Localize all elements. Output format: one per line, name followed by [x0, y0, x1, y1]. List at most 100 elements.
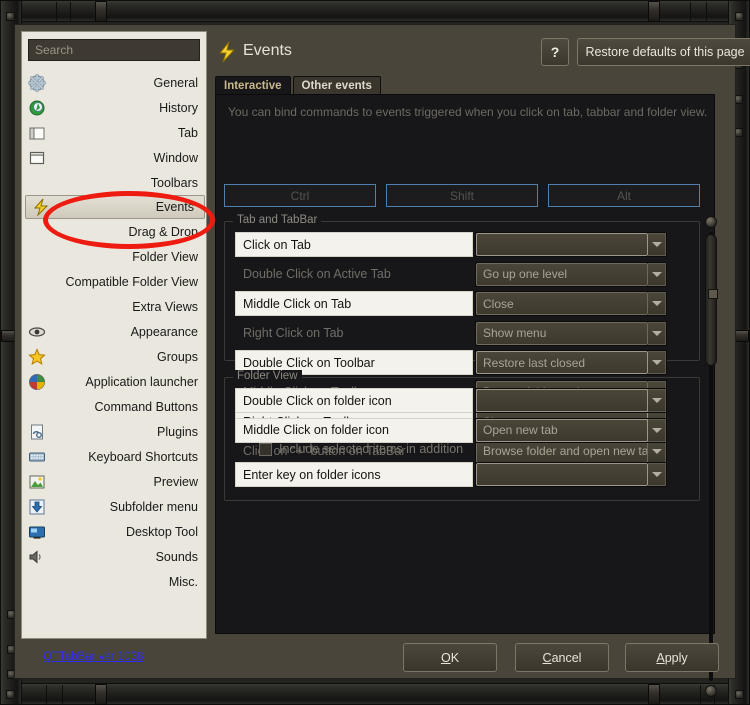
sidebar-item-compatible-folder-view[interactable]: Compatible Folder View	[22, 269, 206, 294]
sidebar-item-desktop-tool[interactable]: Desktop Tool	[22, 519, 206, 544]
sidebar-nav-list: General History Tab Window Toolbars Events Dra…	[22, 70, 206, 594]
combobox-value[interactable]	[476, 389, 648, 412]
sidebar-item-events[interactable]: Events	[25, 195, 205, 219]
subfolder-down-icon	[28, 498, 46, 516]
group-folder-view: Folder View Double Click on folder icon M…	[224, 370, 700, 501]
no-icon	[28, 398, 46, 416]
sidebar-item-toolbars[interactable]: Toolbars	[22, 170, 206, 195]
sidebar-item-command-buttons[interactable]: Command Buttons	[22, 394, 206, 419]
help-button[interactable]: ?	[541, 38, 569, 66]
event-name-field[interactable]: Enter key on folder icons	[235, 462, 473, 487]
modifier-key-row: Ctrl Shift Alt	[224, 184, 700, 207]
sidebar-item-label: Folder View	[132, 249, 198, 264]
checkbox-label: Include selected items in addition	[279, 442, 464, 456]
sidebar-item-label: Toolbars	[150, 175, 198, 190]
include-selected-items-checkbox-row[interactable]: Include selected items in addition	[259, 440, 463, 458]
frame-rivet	[6, 690, 15, 699]
chevron-down-icon[interactable]	[648, 351, 666, 374]
sidebar-item-drag-drop[interactable]: Drag & Drop	[22, 219, 206, 244]
event-name-field[interactable]: Right Click on Tab	[235, 321, 473, 346]
sidebar-item-misc[interactable]: Misc.	[22, 569, 206, 594]
modifier-button-ctrl[interactable]: Ctrl	[224, 184, 376, 207]
sidebar-item-extra-views[interactable]: Extra Views	[22, 294, 206, 319]
sidebar-item-general[interactable]: General	[22, 70, 206, 95]
chevron-down-icon[interactable]	[648, 262, 666, 286]
scroll-down-icon[interactable]	[705, 685, 717, 697]
sidebar-item-plugins[interactable]: Plugins	[22, 419, 206, 444]
combobox-value[interactable]: Close	[476, 292, 648, 315]
settings-content-panel: Events ? Restore defaults of this page I…	[211, 31, 750, 697]
no-icon	[28, 174, 46, 192]
event-name-field[interactable]: Double Click on Active Tab	[235, 262, 473, 287]
sidebar-item-sounds[interactable]: Sounds	[22, 544, 206, 569]
frame-clasp	[648, 1, 660, 22]
sidebar-item-keyboard-shortcuts[interactable]: Keyboard Shortcuts	[22, 444, 206, 469]
search-input[interactable]	[29, 40, 199, 60]
event-row: Enter key on folder icons	[235, 462, 667, 487]
ok-button[interactable]: OK	[403, 643, 497, 672]
event-name-field[interactable]: Middle Click on folder icon	[235, 417, 473, 443]
version-link[interactable]: QTTabBar ver 1038	[43, 651, 143, 663]
chevron-down-icon[interactable]	[648, 418, 666, 442]
chevron-down-icon[interactable]	[648, 233, 666, 256]
event-name-field[interactable]: Middle Click on Tab	[235, 291, 473, 316]
sidebar-item-history[interactable]: History	[22, 95, 206, 120]
combobox-value[interactable]	[476, 463, 648, 486]
sidebar-item-tab[interactable]: Tab	[22, 120, 206, 145]
modifier-button-alt[interactable]: Alt	[548, 184, 700, 207]
sidebar-item-application-launcher[interactable]: Application launcher	[22, 369, 206, 394]
search-box[interactable]	[28, 39, 200, 61]
combobox-value[interactable]: Open new tab	[476, 418, 648, 442]
event-action-combobox[interactable]	[475, 462, 667, 487]
frame-rivet	[735, 690, 744, 699]
frame-rivet	[735, 12, 744, 21]
checkbox-include-selected-items[interactable]	[259, 442, 272, 456]
sidebar-item-label: Events	[155, 200, 194, 214]
group-title: Folder View	[233, 370, 302, 382]
speaker-icon	[28, 548, 46, 566]
sidebar-item-folder-view[interactable]: Folder View	[22, 244, 206, 269]
sidebar-item-label: Window	[153, 150, 198, 165]
sidebar-item-label: Compatible Folder View	[65, 274, 198, 289]
combobox-value[interactable]: Restore last closed	[476, 351, 648, 374]
events-panel-body: You can bind commands to events triggere…	[215, 94, 718, 697]
event-action-combobox[interactable]	[475, 388, 667, 413]
event-action-combobox[interactable]	[475, 232, 667, 257]
event-action-combobox[interactable]: Restore last closed	[475, 350, 667, 375]
modifier-button-shift[interactable]: Shift	[386, 184, 538, 207]
event-action-combobox[interactable]: Show menu	[475, 320, 667, 346]
event-name-field[interactable]: Click on Tab	[235, 232, 473, 257]
tab-interactive[interactable]: Interactive	[215, 76, 291, 95]
frame-clasp	[95, 684, 107, 705]
apply-button[interactable]: Apply	[625, 643, 719, 672]
page-title: Events	[243, 42, 292, 59]
sidebar-item-label: Keyboard Shortcuts	[88, 449, 198, 464]
sidebar-item-window[interactable]: Window	[22, 145, 206, 170]
vertical-scrollbar[interactable]	[703, 216, 719, 697]
intro-description: You can bind commands to events triggere…	[228, 105, 708, 119]
group-tab-and-tabbar: Tab and TabBar Click on Tab Double Click …	[224, 214, 700, 464]
chevron-down-icon[interactable]	[648, 463, 666, 486]
combobox-value[interactable]: Show menu	[476, 321, 648, 345]
sidebar-item-preview[interactable]: Preview	[22, 469, 206, 494]
scrollbar-thumb[interactable]	[705, 234, 718, 366]
event-name-field[interactable]: Double Click on folder icon	[235, 388, 473, 413]
chevron-down-icon[interactable]	[648, 321, 666, 345]
event-action-combobox[interactable]: Close	[475, 291, 667, 316]
scroll-up-icon[interactable]	[705, 216, 717, 228]
desktop-tool-icon	[28, 523, 46, 541]
chevron-down-icon[interactable]	[648, 389, 666, 412]
event-action-combobox[interactable]: Go up one level	[475, 261, 667, 287]
sidebar-item-label: Extra Views	[132, 299, 198, 314]
cancel-button[interactable]: Cancel	[515, 643, 609, 672]
frame-groove	[690, 2, 691, 21]
sidebar-item-groups[interactable]: Groups	[22, 344, 206, 369]
restore-defaults-button[interactable]: Restore defaults of this page	[577, 38, 750, 66]
sidebar-item-appearance[interactable]: Appearance	[22, 319, 206, 344]
chevron-down-icon[interactable]	[648, 292, 666, 315]
tab-other-events[interactable]: Other events	[292, 76, 381, 95]
combobox-value[interactable]	[476, 233, 648, 256]
sidebar-item-subfolder-menu[interactable]: Subfolder menu	[22, 494, 206, 519]
combobox-value[interactable]: Go up one level	[476, 262, 648, 286]
event-action-combobox[interactable]: Open new tab	[475, 417, 667, 443]
